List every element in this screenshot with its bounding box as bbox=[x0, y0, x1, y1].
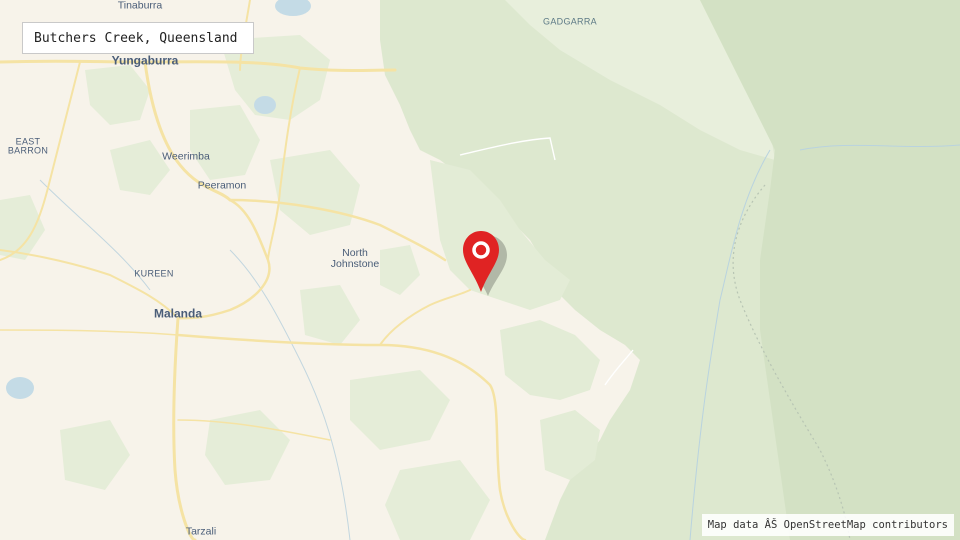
place-label-gadgarra: GADGARRA bbox=[543, 16, 597, 27]
map-view[interactable]: Tinaburra Yungaburra EAST BARRON Weerimb… bbox=[0, 0, 960, 540]
lake-west bbox=[6, 377, 34, 399]
location-title-box: Butchers Creek, Queensland bbox=[22, 22, 254, 54]
place-label-kureen: KUREEN bbox=[134, 268, 174, 279]
place-label-north-johnstone: North Johnstone bbox=[330, 246, 380, 270]
place-label-malanda: Malanda bbox=[153, 306, 203, 321]
place-label-yungaburra: Yungaburra bbox=[111, 53, 179, 68]
place-label-peeramon: Peeramon bbox=[197, 179, 247, 192]
place-label-weerimba: Weerimba bbox=[162, 150, 210, 163]
place-label-tarzali: Tarzali bbox=[185, 525, 217, 538]
lake-eacham bbox=[254, 96, 276, 114]
map-pin-icon[interactable] bbox=[463, 230, 509, 298]
map-attribution[interactable]: Map data ÂŠ OpenStreetMap contributors bbox=[701, 514, 954, 536]
place-label-east-barron: EAST BARRON bbox=[7, 136, 49, 156]
place-label-tinaburra: Tinaburra bbox=[117, 0, 163, 12]
